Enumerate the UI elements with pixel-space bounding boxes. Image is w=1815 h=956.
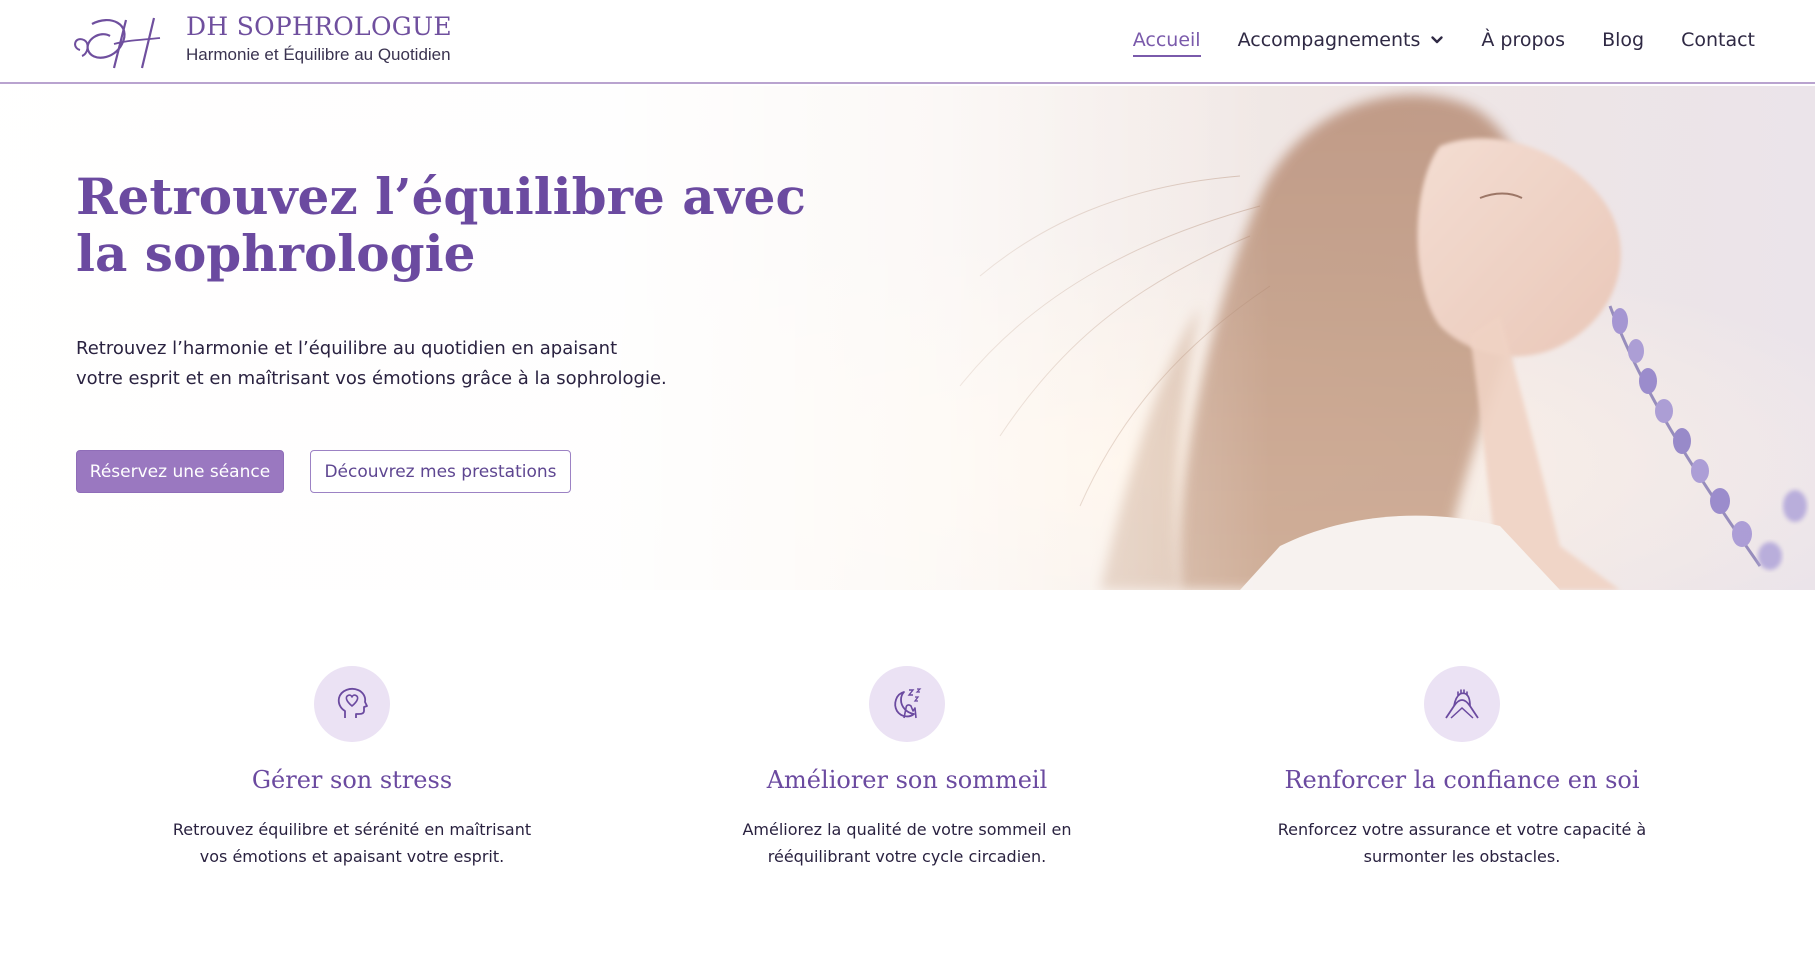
feature-confidence: Renforcer la confiance en soi Renforcez …: [1222, 666, 1702, 870]
feature-description-line: Améliorez la qualité de votre sommeil en: [742, 820, 1072, 839]
sleep-moon-icon: [894, 688, 922, 719]
head-heart-icon: [337, 687, 368, 718]
discover-services-button[interactable]: Découvrez mes prestations: [310, 450, 571, 493]
nav-item-accompagnements[interactable]: Accompagnements: [1238, 29, 1445, 51]
hero-description-line: votre esprit et en maîtrisant vos émotio…: [76, 368, 667, 389]
hero-title-line: Retrouvez l’équilibre avec: [76, 167, 806, 226]
hero-title-line: la sophrologie: [76, 224, 476, 283]
feature-description-line: surmonter les obstacles.: [1363, 847, 1561, 866]
site-header: DH SOPHROLOGUE Harmonie et Équilibre au …: [0, 0, 1815, 84]
nav-item-a-propos[interactable]: À propos: [1481, 29, 1565, 51]
nav-item-label: Accueil: [1132, 29, 1201, 51]
feature-description-line: Renforcez votre assurance et votre capac…: [1277, 820, 1647, 839]
hero-section: Retrouvez l’équilibre avec la sophrologi…: [0, 86, 1815, 590]
nav-item-label: Blog: [1602, 29, 1645, 51]
nav-item-contact[interactable]: Contact: [1681, 29, 1755, 51]
hero-title: Retrouvez l’équilibre avec la sophrologi…: [76, 167, 806, 283]
clasped-hands-icon: [1445, 689, 1479, 719]
nav-item-label: À propos: [1481, 29, 1566, 51]
feature-icon-circle: [1424, 666, 1500, 742]
feature-title: Gérer son stress: [251, 766, 453, 794]
feature-description: Retrouvez équilibre et sérénité en maîtr…: [112, 816, 592, 870]
feature-description-line: vos émotions et apaisant votre esprit.: [199, 847, 505, 866]
nav-item-label: Accompagnements: [1237, 29, 1421, 51]
feature-title: Renforcer la confiance en soi: [1284, 766, 1640, 794]
main-nav: Accueil Accompagnements À propos Blog Co…: [1132, 29, 1755, 57]
brand-tagline: Harmonie et Équilibre au Quotidien: [186, 45, 451, 64]
nav-item-accueil[interactable]: Accueil: [1132, 29, 1201, 57]
nav-item-blog[interactable]: Blog: [1602, 29, 1644, 51]
brand-name[interactable]: DH SOPHROLOGUE: [186, 12, 452, 41]
features-section: Gérer son stress Retrouvez équilibre et …: [0, 590, 1815, 956]
feature-icon-circle: [869, 666, 945, 742]
feature-description: Améliorez la qualité de votre sommeil en…: [667, 816, 1147, 870]
feature-description-line: rééquilibrant votre cycle circadien.: [767, 847, 1047, 866]
feature-sleep: Améliorer son sommeil Améliorez la quali…: [667, 666, 1147, 870]
hero-description: Retrouvez l’harmonie et l’équilibre au q…: [76, 334, 696, 394]
feature-icon-circle: [314, 666, 390, 742]
nav-item-label: Contact: [1681, 29, 1755, 51]
feature-description-line: Retrouvez équilibre et sérénité en maîtr…: [172, 820, 532, 839]
chevron-down-icon: [1431, 36, 1444, 44]
hero-description-line: Retrouvez l’harmonie et l’équilibre au q…: [76, 338, 618, 359]
feature-stress: Gérer son stress Retrouvez équilibre et …: [112, 666, 592, 870]
book-session-button[interactable]: Réservez une séance: [76, 450, 284, 493]
dh-monogram-logo[interactable]: [70, 10, 164, 72]
feature-title: Améliorer son sommeil: [766, 766, 1048, 794]
feature-description: Renforcez votre assurance et votre capac…: [1222, 816, 1702, 870]
